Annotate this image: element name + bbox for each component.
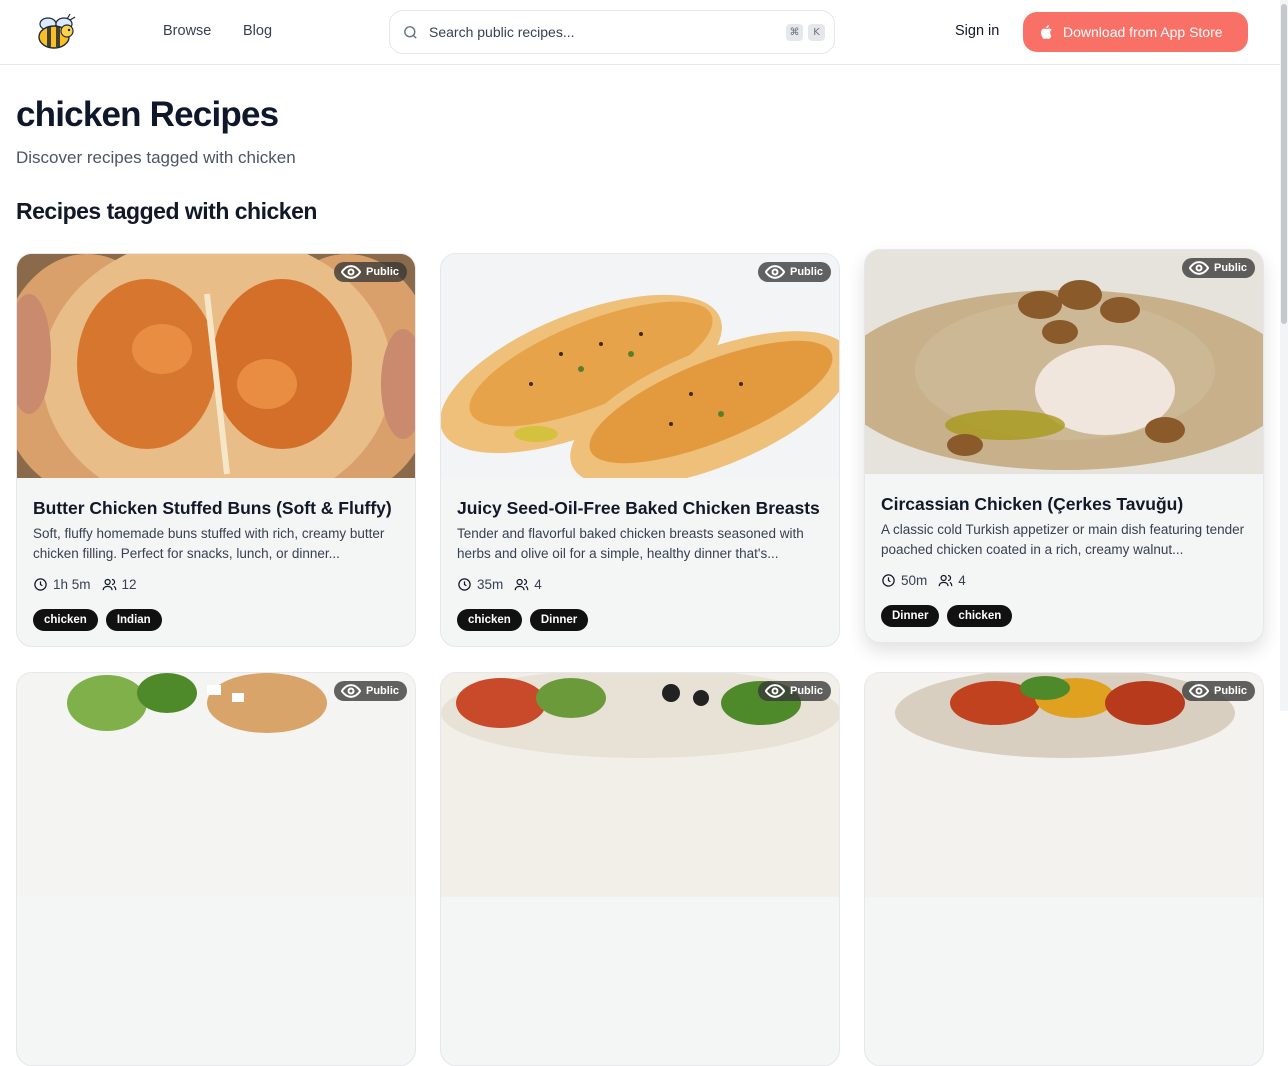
eye-icon [764,265,785,279]
recipe-time: 50m [901,572,928,588]
tag-chip[interactable]: chicken [33,609,98,631]
clock-icon [34,577,47,591]
recipe-image: Public [865,250,1263,474]
tag-chip[interactable]: Indian [105,609,162,631]
sign-in-link[interactable]: Sign in [955,23,999,39]
recipe-image: Public [441,254,839,478]
public-badge-label: Public [365,685,399,697]
recipe-card[interactable]: Public [440,672,840,1066]
search-icon [404,26,417,39]
recipe-card[interactable]: Public Butter Chicken Stuffed Buns (Soft… [16,253,416,647]
tag-chip[interactable]: chicken [457,609,522,631]
public-badge: Public [757,681,831,701]
recipe-image: Public [865,673,1263,897]
public-badge: Public [1181,681,1255,701]
tag-list: chicken Dinner [457,609,589,631]
recipe-meta: 50m 4 [881,571,966,589]
nav-browse-link[interactable]: Browse [163,23,211,39]
eye-icon [1188,261,1209,275]
recipe-title[interactable]: Circassian Chicken (Çerkes Tavuğu) [881,494,1251,515]
tag-chip[interactable]: chicken [947,605,1013,627]
eye-icon [764,684,785,698]
page-subtitle: Discover recipes tagged with chicken [16,148,296,167]
public-badge-label: Public [365,266,399,278]
recipe-card[interactable]: Public [16,672,416,1066]
public-badge: Public [1181,258,1255,278]
users-icon [514,578,529,590]
recipe-time: 35m [477,576,504,592]
public-badge: Public [757,262,831,282]
tag-list: Dinner chicken [881,605,1013,627]
public-badge-label: Public [789,685,823,697]
recipe-time: 1h 5m [53,576,91,592]
clock-icon [458,577,471,591]
recipe-meta: 1h 5m 12 [33,575,137,593]
eye-icon [340,265,361,279]
recipe-image: Public [441,673,839,897]
top-navigation-bar: Browse Blog ⌘ K Sign in Download from Ap… [0,0,1280,65]
clock-icon [882,573,895,587]
recipe-card[interactable]: Public Juicy Seed-Oil-Free Baked Chicken… [440,253,840,647]
scrollbar-thumb[interactable] [1281,4,1287,324]
download-app-store-button[interactable]: Download from App Store [1023,12,1248,52]
recipe-title[interactable]: Juicy Seed-Oil-Free Baked Chicken Breast… [457,498,827,519]
tag-chip[interactable]: Dinner [881,605,940,627]
apple-icon [1041,25,1052,39]
public-badge-label: Public [789,266,823,278]
recipe-card[interactable]: Public Circassian Chicken (Çerkes Tavuğu… [864,249,1264,643]
recipe-description: Tender and flavorful baked chicken breas… [457,526,804,561]
recipe-servings: 12 [121,576,137,592]
public-badge-label: Public [1213,262,1247,274]
recipe-description: Soft, fluffy homemade buns stuffed with … [33,526,385,561]
users-icon [938,574,953,586]
recipe-meta: 35m 4 [457,575,542,593]
nav-blog-link[interactable]: Blog [243,23,272,39]
search-box[interactable]: ⌘ K [389,10,835,54]
recipe-card[interactable]: Public [864,672,1264,1066]
recipe-servings: 4 [958,572,966,588]
bee-logo-icon[interactable] [34,11,78,51]
download-button-label: Download from App Store [1063,24,1223,40]
kbd-cmd-key: ⌘ [786,24,803,41]
public-badge: Public [333,262,407,282]
kbd-k-key: K [808,24,825,41]
search-input[interactable] [429,22,759,42]
recipe-description: A classic cold Turkish appetizer or main… [881,522,1245,557]
eye-icon [1188,684,1209,698]
page-title: chicken Recipes [16,95,279,134]
public-badge: Public [333,681,407,701]
recipe-title[interactable]: Butter Chicken Stuffed Buns (Soft & Fluf… [33,498,403,519]
recipe-image: Public [17,673,415,897]
recipe-image: Public [17,254,415,478]
recipe-servings: 4 [534,576,542,592]
eye-icon [340,684,361,698]
users-icon [102,578,116,590]
public-badge-label: Public [1213,685,1247,697]
tag-list: chicken Indian [33,609,162,631]
tag-chip[interactable]: Dinner [529,609,589,631]
section-title: Recipes tagged with chicken [16,198,317,224]
